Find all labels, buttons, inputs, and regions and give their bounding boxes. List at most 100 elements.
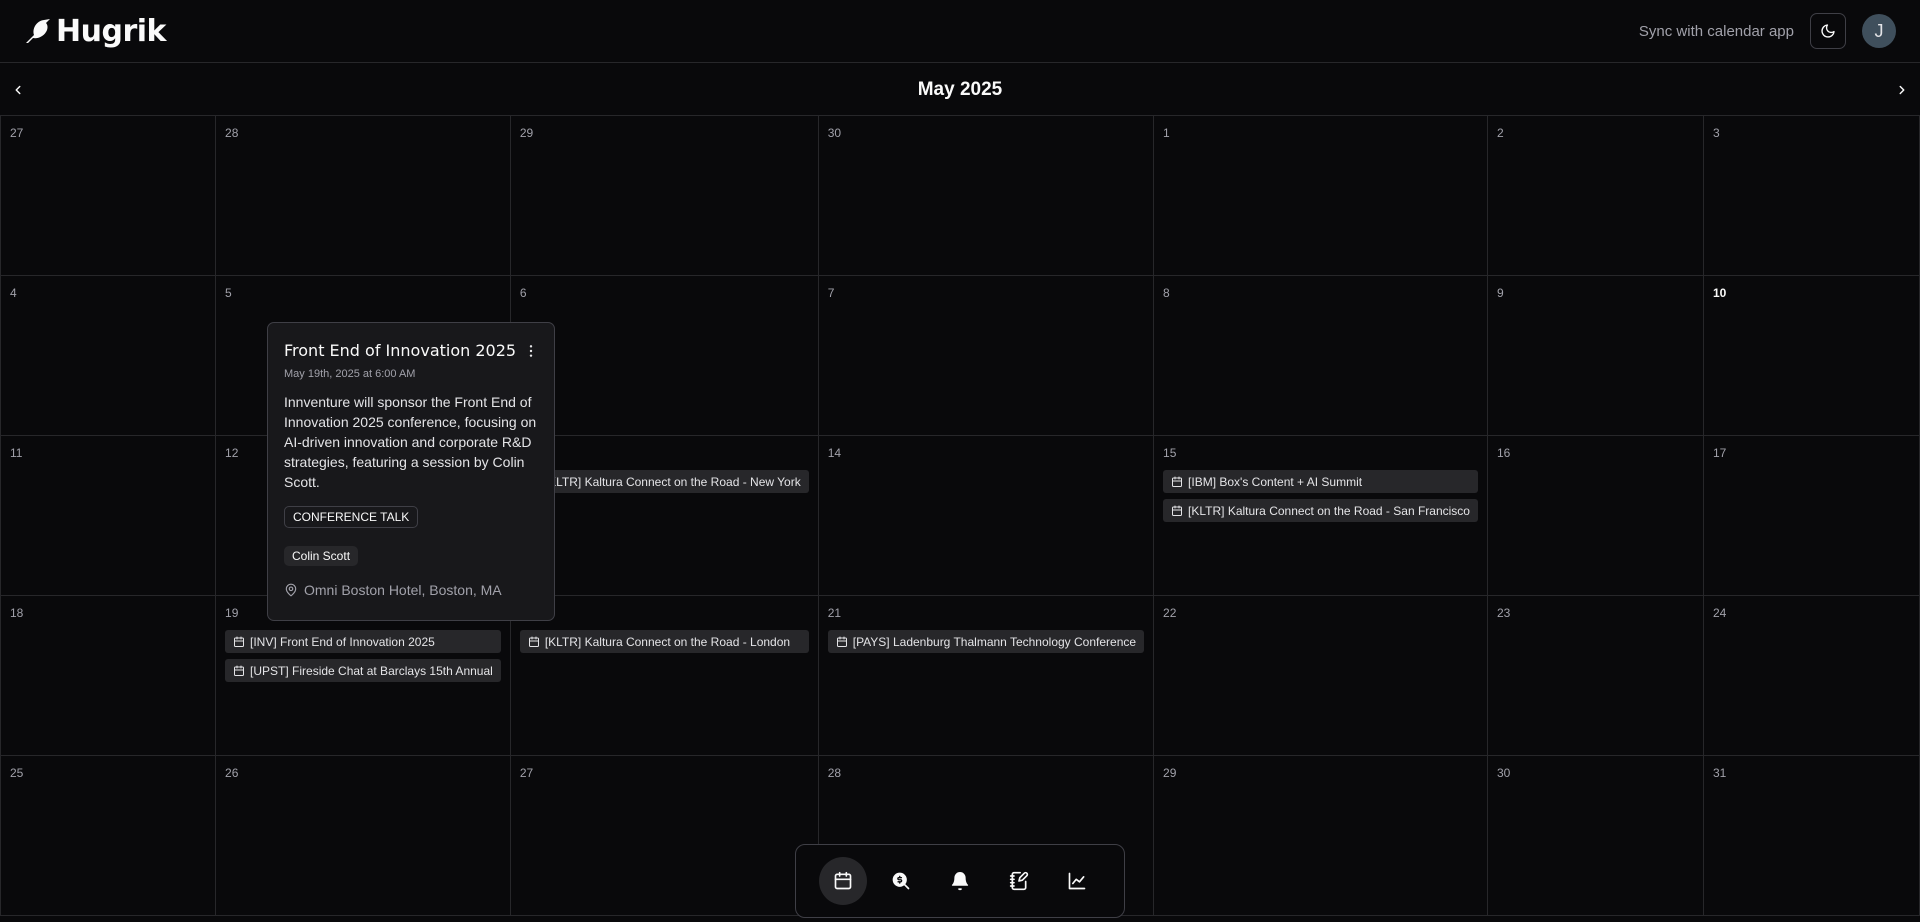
event-label: [IBM] Box's Content + AI Summit xyxy=(1188,474,1363,489)
event-label: [PAYS] Ladenburg Thalmann Technology Con… xyxy=(852,634,1137,649)
event-item[interactable]: [UPST] Fireside Chat at Barclays 15th An… xyxy=(225,659,501,682)
speaker-chip[interactable]: Colin Scott xyxy=(284,546,359,566)
calendar-small-icon xyxy=(1172,505,1183,516)
event-label: [KLTR] Kaltura Connect on the Road - Lon… xyxy=(544,634,791,649)
event-label: [KLTR] Kaltura Connect on the Road - New… xyxy=(544,474,801,489)
day-cell[interactable]: 6 xyxy=(510,276,819,436)
day-number: 6 xyxy=(519,286,527,300)
day-number: 17 xyxy=(1712,446,1727,460)
day-cell[interactable]: 13 [KLTR] Kaltura Connect on the Road - N… xyxy=(510,436,819,596)
event-label: [KLTR] Kaltura Connect on the Road - San… xyxy=(1188,503,1470,518)
header-actions: Sync with calendar app J xyxy=(1639,13,1896,49)
day-number: 14 xyxy=(827,446,842,460)
day-cell[interactable]: 20 [KLTR] Kaltura Connect on the Road - L… xyxy=(510,596,819,756)
moon-icon xyxy=(1821,24,1835,38)
day-cell[interactable]: 15 [IBM] Box's Content + AI Summit [KLTR] … xyxy=(1154,436,1488,596)
popover-date: May 19th, 2025 at 6:00 AM xyxy=(284,368,416,380)
dollar-search-icon xyxy=(892,872,910,890)
event-popover: Front End of Innovation 2025 May 19th, 2… xyxy=(267,322,555,621)
day-number: 11 xyxy=(10,446,23,460)
day-number: 22 xyxy=(1163,606,1177,620)
calendar-small-icon xyxy=(234,665,245,676)
day-cell[interactable]: 25 xyxy=(0,756,217,916)
day-number: 31 xyxy=(1712,766,1727,780)
day-cell[interactable]: 27 xyxy=(510,756,819,916)
user-avatar[interactable]: J xyxy=(1862,14,1896,48)
event-item[interactable]: [KLTR] Kaltura Connect on the Road - Lon… xyxy=(519,630,809,653)
dock-notes-button[interactable] xyxy=(995,857,1043,905)
day-cell[interactable]: 26 xyxy=(216,756,511,916)
day-number: 16 xyxy=(1496,446,1511,460)
event-item[interactable]: [PAYS] Ladenburg Thalmann Technology Con… xyxy=(827,630,1145,653)
day-number: 20 xyxy=(520,606,809,620)
map-pin-icon xyxy=(285,583,297,597)
day-number: 25 xyxy=(10,766,24,780)
sync-calendar-link[interactable]: Sync with calendar app xyxy=(1639,23,1794,40)
day-cell[interactable]: 17 xyxy=(1703,436,1920,596)
day-cell[interactable]: 10 xyxy=(1703,276,1920,436)
day-cell[interactable]: 30 xyxy=(1487,756,1704,916)
day-cell[interactable]: 4 xyxy=(0,276,217,436)
day-cell[interactable]: 28 xyxy=(216,116,511,276)
dock-calendar-button[interactable] xyxy=(818,857,867,905)
day-cell[interactable]: 16 xyxy=(1487,436,1704,596)
day-cell[interactable]: 29 xyxy=(1154,756,1488,916)
logo[interactable]: Hugrik xyxy=(24,14,166,49)
day-cell[interactable]: 24 xyxy=(1703,596,1920,756)
day-number: 4 xyxy=(10,286,17,300)
day-number: 9 xyxy=(1496,286,1504,300)
event-list: [PAYS] Ladenburg Thalmann Technology Con… xyxy=(827,630,1145,653)
day-number: 1 xyxy=(1163,126,1170,140)
popover-location: Omni Boston Hotel, Boston, MA xyxy=(284,582,538,598)
event-item[interactable]: [KLTR] Kaltura Connect on the Road - San… xyxy=(1163,499,1478,522)
day-number: 3 xyxy=(1712,126,1720,140)
day-cell[interactable]: 18 xyxy=(0,596,217,756)
event-list: [KLTR] Kaltura Connect on the Road - New… xyxy=(519,470,809,493)
day-cell[interactable]: 31 xyxy=(1703,756,1920,916)
calendar-small-icon xyxy=(1172,476,1183,487)
theme-toggle-button[interactable] xyxy=(1810,13,1846,49)
event-type-badge: CONFERENCE TALK xyxy=(284,506,419,528)
day-cell[interactable]: 3 xyxy=(1703,116,1920,276)
event-list: [KLTR] Kaltura Connect on the Road - Lon… xyxy=(519,630,809,653)
previous-month-button[interactable] xyxy=(4,76,32,104)
day-number: 2 xyxy=(1496,126,1504,140)
bird-logo-icon xyxy=(26,19,50,43)
month-title: May 2025 xyxy=(917,78,1003,100)
day-cell[interactable]: 29 xyxy=(510,116,819,276)
day-cell[interactable]: 9 xyxy=(1487,276,1704,436)
day-cell[interactable]: 30 xyxy=(818,116,1155,276)
notebook-pen-icon xyxy=(1009,871,1028,891)
calendar-icon xyxy=(834,871,851,890)
bell-icon xyxy=(951,872,969,891)
day-cell[interactable]: 7 xyxy=(818,276,1155,436)
app-header: Hugrik Sync with calendar app J xyxy=(0,0,1920,63)
event-item[interactable]: [IBM] Box's Content + AI Summit xyxy=(1163,470,1478,493)
day-cell[interactable]: 27 xyxy=(0,116,217,276)
day-number: 28 xyxy=(827,766,842,780)
next-month-button[interactable] xyxy=(1888,76,1916,104)
more-vertical-icon xyxy=(529,345,533,357)
day-cell[interactable]: 2 xyxy=(1487,116,1704,276)
trend-line-icon xyxy=(1068,872,1086,890)
event-item[interactable]: [KLTR] Kaltura Connect on the Road - New… xyxy=(519,470,809,493)
day-cell[interactable]: 1 xyxy=(1154,116,1488,276)
day-number: 8 xyxy=(1163,286,1170,300)
day-cell[interactable]: 23 xyxy=(1487,596,1704,756)
day-cell[interactable]: 8 xyxy=(1154,276,1488,436)
day-number: 29 xyxy=(519,126,534,140)
day-cell[interactable]: 14 xyxy=(818,436,1155,596)
day-number: 13 xyxy=(520,446,809,460)
more-options-button[interactable] xyxy=(522,342,540,360)
logo-text: Hugrik xyxy=(56,13,166,49)
dock-trends-button[interactable] xyxy=(1053,857,1101,905)
day-cell[interactable]: 11 xyxy=(0,436,217,596)
dock-notifications-button[interactable] xyxy=(936,857,984,905)
bottom-dock xyxy=(795,844,1125,918)
dock-search-dollar-button[interactable] xyxy=(877,857,925,905)
day-cell[interactable]: 22 xyxy=(1154,596,1488,756)
day-number: 18 xyxy=(10,606,24,620)
event-item[interactable]: [INV] Front End of Innovation 2025 xyxy=(225,630,501,653)
day-cell[interactable]: 21 [PAYS] Ladenburg Thalmann Technology C… xyxy=(818,596,1155,756)
day-number: 15 xyxy=(1163,446,1177,460)
